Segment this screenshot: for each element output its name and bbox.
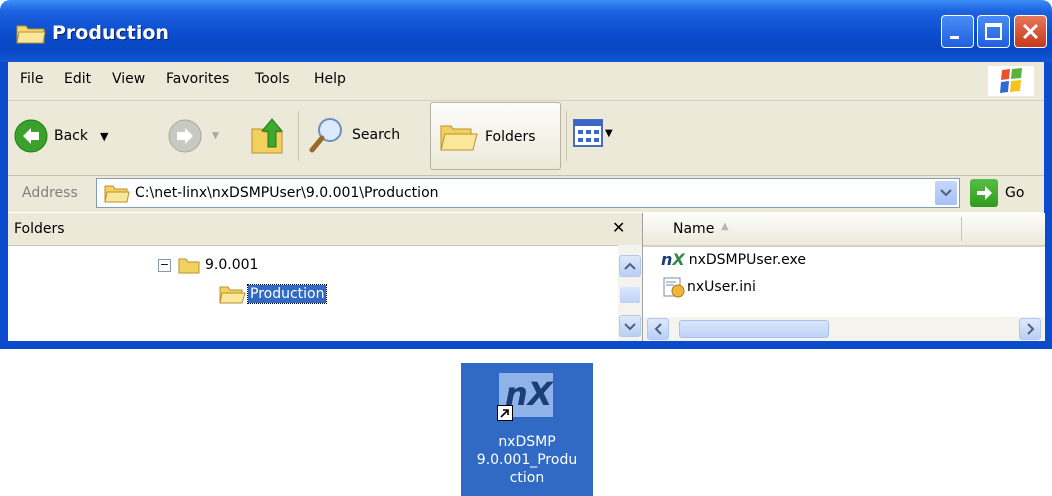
scroll-thumb[interactable] [620, 287, 640, 303]
close-pane-icon[interactable]: ✕ [612, 218, 625, 237]
back-dropdown-icon[interactable]: ▼ [100, 130, 108, 143]
forward-button[interactable]: ▼ [168, 119, 219, 153]
scroll-up-button[interactable] [619, 255, 641, 277]
views-dropdown-icon[interactable]: ▼ [605, 128, 613, 139]
column-divider [961, 217, 962, 241]
toolbar-separator [566, 111, 567, 161]
scroll-right-button[interactable] [1019, 318, 1041, 340]
window-title: Production [52, 22, 169, 44]
back-button[interactable]: Back ▼ [14, 119, 108, 153]
back-label: Back [54, 128, 88, 144]
search-icon [309, 118, 342, 153]
title-bar[interactable]: Production [0, 0, 1052, 62]
sort-ascending-icon: ▲ [721, 221, 729, 232]
menu-edit[interactable]: Edit [64, 71, 91, 87]
chevron-right-icon [1027, 323, 1035, 335]
back-arrow-icon [14, 119, 48, 153]
up-folder-button[interactable] [248, 113, 288, 157]
folder-icon [16, 25, 46, 44]
address-bar: Address C:\net-linx\nxDSMPUser\9.0.001\P… [8, 176, 1044, 212]
nx-exe-icon: nX [661, 250, 685, 269]
chevron-up-icon [624, 262, 636, 270]
open-folder-icon [219, 286, 246, 304]
desktop-shortcut[interactable]: nX nxDSMP 9.0.001_Produ ction [461, 363, 593, 496]
close-button[interactable] [1014, 15, 1047, 48]
window-frame-right [1044, 62, 1052, 349]
folders-label: Folders [485, 129, 536, 145]
column-header-name[interactable]: Name ▲ [643, 213, 1045, 247]
address-input[interactable]: C:\net-linx\nxDSMPUser\9.0.001\Productio… [96, 178, 960, 208]
ini-file-icon [663, 277, 685, 298]
tree-item-9-0-001[interactable]: − 9.0.001 [158, 255, 258, 275]
window-frame-bottom [0, 341, 1052, 349]
search-button[interactable]: Search [306, 115, 400, 155]
folders-vertical-scrollbar[interactable] [618, 245, 642, 341]
explorer-window: Production File Edit View Favorites Tool… [0, 0, 1052, 349]
folders-pane-title: Folders [14, 221, 65, 237]
shortcut-label: nxDSMP 9.0.001_Produ ction [476, 434, 578, 486]
views-icon [573, 119, 603, 147]
files-horizontal-scrollbar[interactable] [643, 317, 1045, 341]
chevron-down-icon [940, 189, 952, 197]
forward-arrow-icon [168, 119, 202, 153]
maximize-icon [985, 23, 1002, 40]
folder-icon [104, 185, 130, 203]
file-name: nxUser.ini [687, 279, 756, 295]
menu-tools[interactable]: Tools [255, 71, 290, 87]
windows-logo [988, 66, 1034, 96]
forward-dropdown-icon[interactable]: ▼ [212, 131, 219, 141]
folders-pane: Folders ✕ − 9.0.001 Production [8, 213, 642, 341]
column-header-label: Name [673, 221, 715, 237]
tree-item-label: 9.0.001 [205, 257, 259, 273]
scroll-down-button[interactable] [619, 315, 641, 337]
windows-flag-icon [1000, 68, 1022, 93]
scroll-thumb[interactable] [679, 320, 829, 338]
folders-button[interactable]: Folders [430, 102, 561, 170]
file-name: nxDSMPUser.exe [688, 251, 806, 268]
shortcut-arrow-icon [497, 405, 513, 421]
window-frame-left [0, 62, 8, 349]
collapse-icon[interactable]: − [158, 258, 171, 272]
tree-item-label: Production [246, 284, 328, 304]
minimize-button[interactable] [941, 15, 974, 48]
menu-favorites[interactable]: Favorites [166, 71, 229, 87]
search-label: Search [352, 127, 401, 143]
go-label[interactable]: Go [1005, 185, 1024, 201]
folders-pane-header: Folders ✕ [8, 213, 642, 246]
file-row[interactable]: nX nxDSMPUser.exe [661, 250, 806, 269]
address-dropdown-button[interactable] [935, 181, 957, 205]
chevron-left-icon [654, 323, 662, 335]
menu-file[interactable]: File [20, 71, 43, 87]
file-row[interactable]: nxUser.ini [661, 276, 756, 298]
tree-item-production[interactable]: Production [218, 283, 328, 305]
menu-help[interactable]: Help [314, 71, 346, 87]
address-value: C:\net-linx\nxDSMPUser\9.0.001\Productio… [135, 185, 439, 201]
chevron-down-icon [624, 323, 636, 331]
menu-bar: File Edit View Favorites Tools Help [8, 62, 1044, 101]
go-arrow-icon [977, 186, 992, 200]
toolbar-separator [298, 111, 299, 161]
toolbar: Back ▼ ▼ Search Folders ▼ [8, 101, 1044, 176]
scroll-left-button[interactable] [647, 318, 669, 340]
minimize-icon [950, 36, 959, 39]
go-button[interactable] [970, 179, 998, 207]
address-label: Address [22, 185, 78, 201]
views-button[interactable]: ▼ [573, 119, 613, 147]
close-icon [1022, 23, 1039, 40]
up-folder-icon [251, 118, 284, 154]
folders-icon [440, 125, 478, 151]
files-pane: Name ▲ nX nxDSMPUser.exe nxUser.ini [642, 213, 1045, 341]
menu-view[interactable]: View [112, 71, 145, 87]
maximize-button[interactable] [977, 15, 1010, 48]
folder-icon [178, 258, 200, 274]
